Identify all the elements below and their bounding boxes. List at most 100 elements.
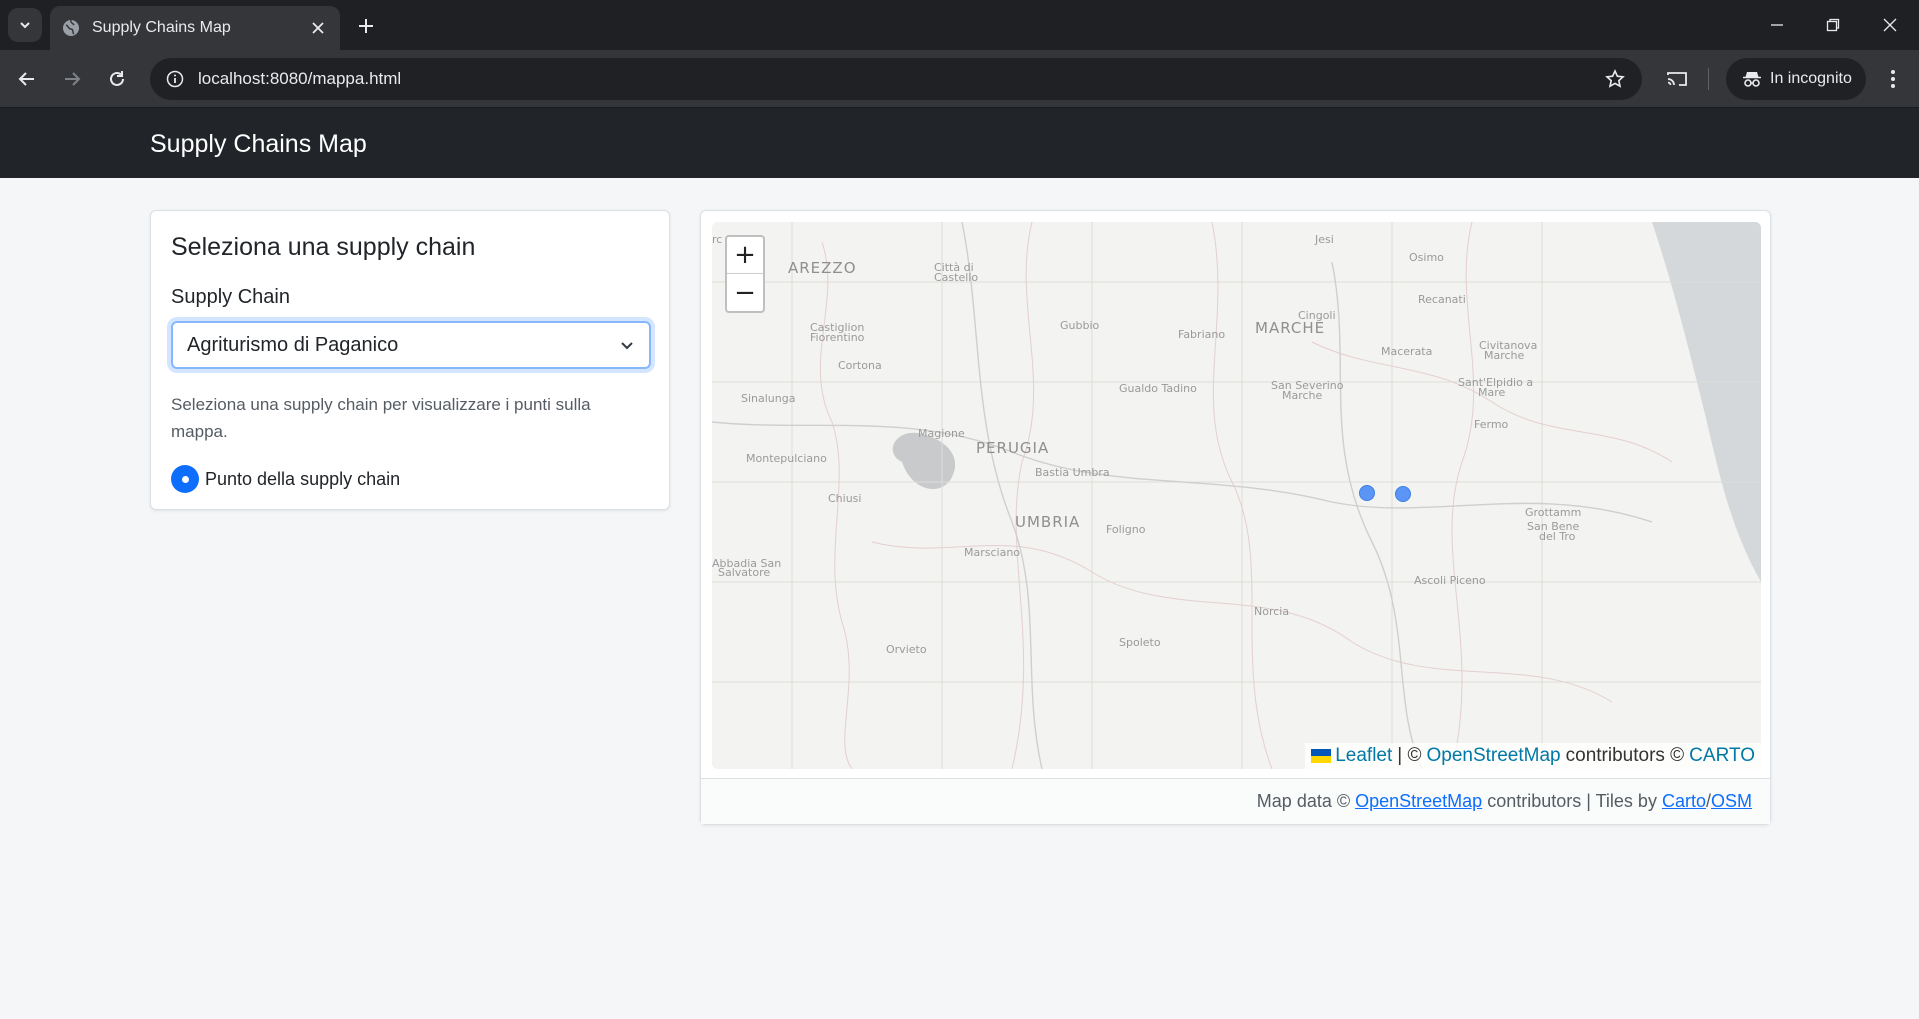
map-label: Ascoli Piceno xyxy=(1414,574,1486,587)
plus-icon xyxy=(359,19,373,33)
bookmark-star-icon[interactable] xyxy=(1604,68,1626,90)
map-view[interactable]: rc AREZZO Città di Castello Jesi Osimo R… xyxy=(712,222,1761,769)
browser-toolbar: localhost:8080/mappa.html In incognito xyxy=(0,50,1919,108)
map-label: Cortona xyxy=(838,359,882,372)
zoom-in-button[interactable]: + xyxy=(727,237,763,274)
footer-osm-link[interactable]: OpenStreetMap xyxy=(1355,791,1482,812)
legend-marker-icon xyxy=(171,465,199,493)
tab-search-button[interactable] xyxy=(8,8,42,42)
footer-osm-link-2[interactable]: OSM xyxy=(1711,791,1752,812)
map-label: UMBRIA xyxy=(1015,513,1081,531)
map-label: Fabriano xyxy=(1178,328,1226,341)
map-label: Sinalunga xyxy=(741,392,796,405)
supply-chain-select[interactable]: Agriturismo di Paganico xyxy=(171,321,651,369)
map-label: Marsciano xyxy=(964,546,1021,559)
footer-middle: contributors | Tiles by xyxy=(1487,791,1657,811)
incognito-icon xyxy=(1743,72,1761,87)
ukraine-flag-icon xyxy=(1311,749,1332,763)
minimize-icon xyxy=(1771,24,1783,26)
map-label: Recanati xyxy=(1418,293,1466,306)
map-label: Mare xyxy=(1478,386,1506,399)
map-label: Spoleto xyxy=(1119,636,1161,649)
map-label: Fermo xyxy=(1474,418,1509,431)
legend-label: Punto della supply chain xyxy=(205,468,401,489)
browser-menu-button[interactable] xyxy=(1876,62,1910,96)
map-tiles xyxy=(712,222,1761,769)
map-label: Osimo xyxy=(1409,251,1444,264)
reload-button[interactable] xyxy=(100,62,134,96)
url-text[interactable]: localhost:8080/mappa.html xyxy=(198,69,401,89)
forward-button[interactable] xyxy=(55,62,89,96)
map-label: PERUGIA xyxy=(976,439,1050,457)
reload-icon xyxy=(110,71,124,86)
arrow-right-icon xyxy=(65,72,81,86)
arrow-left-icon xyxy=(18,72,34,86)
supply-chain-marker[interactable] xyxy=(1395,486,1411,502)
map-label: Magione xyxy=(918,427,965,440)
map-label: Marche xyxy=(1484,349,1525,362)
panel-title: Seleziona una supply chain xyxy=(171,233,476,261)
map-label: Marche xyxy=(1282,389,1323,402)
map-label: Macerata xyxy=(1381,345,1433,358)
address-bar[interactable]: localhost:8080/mappa.html xyxy=(150,58,1642,100)
new-tab-button[interactable] xyxy=(352,12,380,40)
app-brand[interactable]: Supply Chains Map xyxy=(150,130,367,159)
browser-tabstrip: Supply Chains Map xyxy=(0,0,1919,50)
map-label: Foligno xyxy=(1106,523,1146,536)
map-footer: Map data © OpenStreetMap contributors | … xyxy=(701,778,1770,824)
supply-chain-marker[interactable] xyxy=(1359,485,1375,501)
zoom-out-button[interactable]: − xyxy=(727,274,763,311)
map-label: AREZZO xyxy=(788,259,857,277)
cast-icon xyxy=(1667,72,1687,86)
app-navbar: Supply Chains Map xyxy=(0,108,1919,178)
supply-chain-label: Supply Chain xyxy=(171,286,290,308)
chevron-down-icon xyxy=(20,22,30,29)
map-label: Salvatore xyxy=(718,566,771,579)
selected-value: Agriturismo di Paganico xyxy=(187,333,399,356)
close-window-button[interactable] xyxy=(1873,8,1907,42)
map-label: Gualdo Tadino xyxy=(1119,382,1197,395)
carto-attribution-link[interactable]: CARTO xyxy=(1689,745,1755,767)
cast-button[interactable] xyxy=(1660,62,1694,96)
site-info-icon[interactable] xyxy=(164,68,186,90)
footer-prefix: Map data © xyxy=(1256,791,1351,811)
map-label: Montepulciano xyxy=(746,452,827,465)
incognito-indicator[interactable]: In incognito xyxy=(1726,58,1866,100)
map-label: Jesi xyxy=(1315,233,1334,246)
more-vertical-icon xyxy=(1891,70,1895,88)
toolbar-separator xyxy=(1708,68,1709,90)
selection-panel: Seleziona una supply chain Supply Chain … xyxy=(150,210,670,510)
minimize-button[interactable] xyxy=(1760,8,1794,42)
map-attribution: Leaflet | © OpenStreetMap contributors ©… xyxy=(1305,743,1761,769)
map-label: Fiorentino xyxy=(810,331,865,344)
browser-tab[interactable]: Supply Chains Map xyxy=(50,6,340,50)
footer-carto-link[interactable]: Carto xyxy=(1662,791,1706,812)
restore-button[interactable] xyxy=(1816,8,1850,42)
attribution-contributors: contributors © xyxy=(1565,745,1685,766)
close-icon xyxy=(1883,18,1897,32)
map-label: Orvieto xyxy=(886,643,927,656)
chevron-down-icon xyxy=(621,342,633,350)
restore-icon xyxy=(1826,18,1840,32)
leaflet-link[interactable]: Leaflet xyxy=(1335,745,1392,767)
tab-title: Supply Chains Map xyxy=(92,19,231,36)
help-text: Seleziona una supply chain per visualizz… xyxy=(171,395,591,441)
map-label: Castello xyxy=(934,271,979,284)
map-label: del Tro xyxy=(1539,530,1576,543)
map-label: Grottamm xyxy=(1525,506,1582,519)
globe-icon xyxy=(63,19,79,36)
back-button[interactable] xyxy=(10,62,44,96)
incognito-label: In incognito xyxy=(1770,70,1852,87)
map-legend: Punto della supply chain xyxy=(171,465,649,493)
map-label: Bastia Umbra xyxy=(1035,466,1110,479)
map-card: rc AREZZO Città di Castello Jesi Osimo R… xyxy=(700,210,1771,825)
map-label: Gubbio xyxy=(1060,319,1100,332)
map-label: Chiusi xyxy=(828,492,862,505)
map-label: Norcia xyxy=(1254,605,1290,618)
map-label: rc xyxy=(712,233,723,246)
osm-attribution-link[interactable]: OpenStreetMap xyxy=(1426,745,1560,767)
map-label: MARCHE xyxy=(1255,319,1326,337)
zoom-control: + − xyxy=(725,235,765,313)
attribution-separator: | © xyxy=(1397,745,1422,766)
close-tab-icon[interactable] xyxy=(308,18,328,38)
